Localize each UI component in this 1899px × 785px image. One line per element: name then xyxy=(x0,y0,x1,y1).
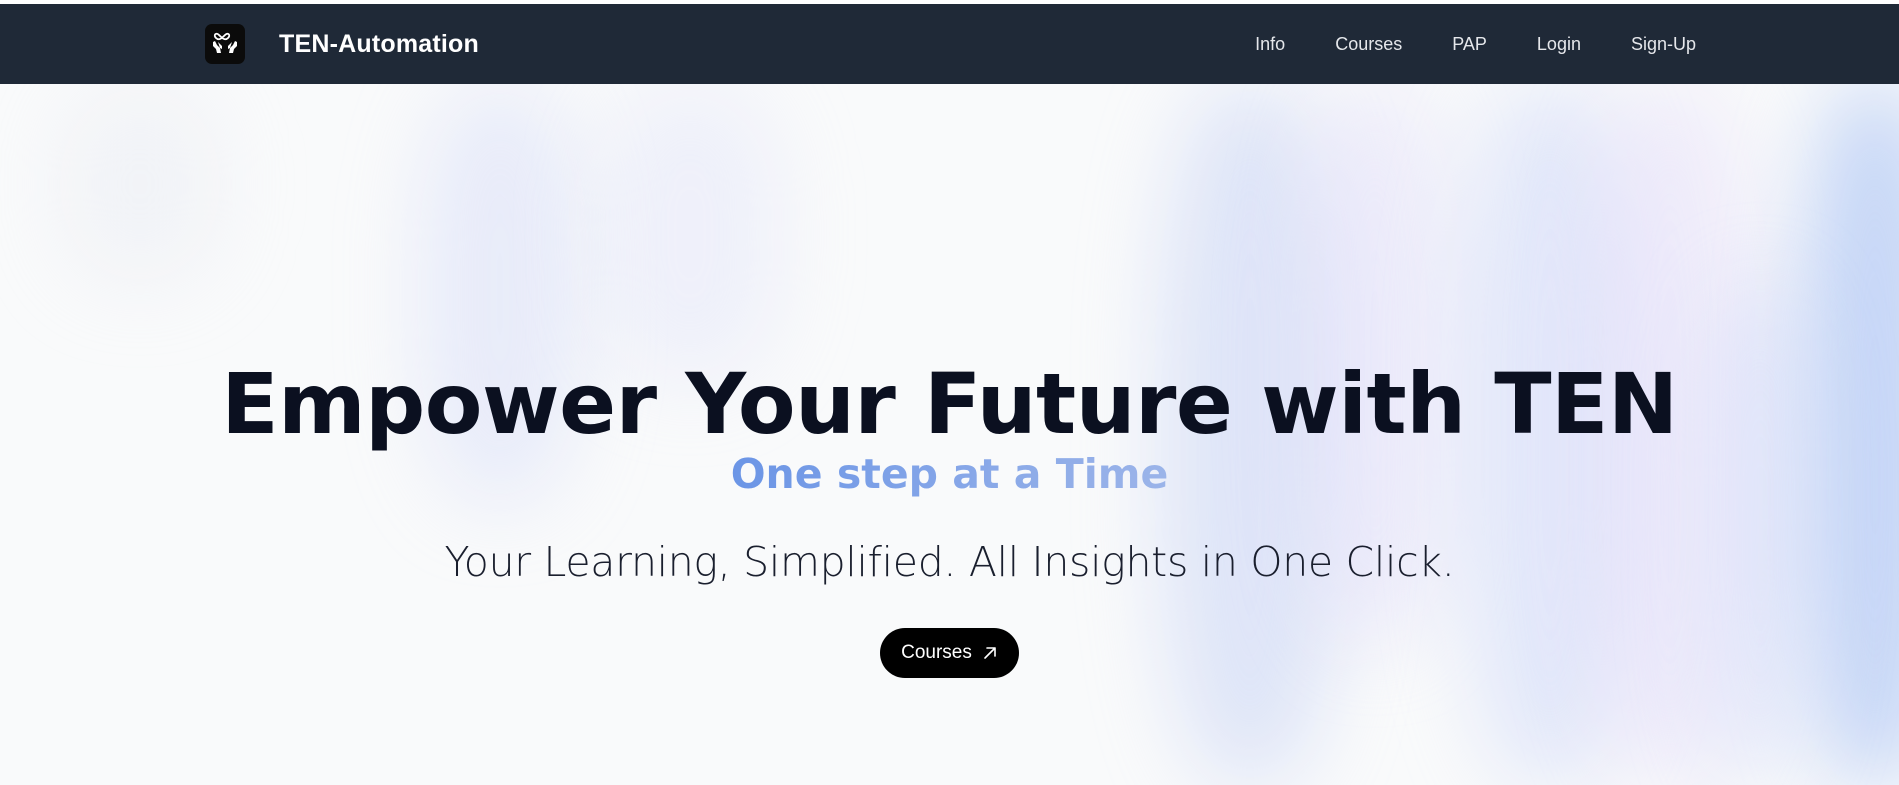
nav-link-courses[interactable]: Courses xyxy=(1335,34,1402,55)
nav-link-login[interactable]: Login xyxy=(1537,34,1581,55)
hero-headline: Empower Your Future with TEN xyxy=(221,355,1678,453)
courses-cta-button[interactable]: Courses xyxy=(880,628,1019,678)
brand-name: TEN-Automation xyxy=(279,29,479,58)
page: TEN-Automation Info Courses PAP Login Si… xyxy=(0,0,1899,785)
hero-subheadline: One step at a Time xyxy=(0,454,1899,495)
nav-link-info[interactable]: Info xyxy=(1255,34,1285,55)
hands-infinity-icon xyxy=(205,24,245,64)
arrow-up-right-icon xyxy=(982,645,998,661)
nav-link-pap[interactable]: PAP xyxy=(1452,34,1487,55)
brand-home-link[interactable]: TEN-Automation xyxy=(205,24,479,64)
main-nav: Info Courses PAP Login Sign-Up xyxy=(1255,4,1696,84)
top-navbar: TEN-Automation Info Courses PAP Login Si… xyxy=(0,4,1899,84)
cta-label: Courses xyxy=(901,642,972,663)
hero-subheadline-text: One step at a Time xyxy=(730,450,1169,498)
hero-tagline: Your Learning, Simplified. All Insights … xyxy=(444,538,1455,586)
hero-section: Empower Your Future with TEN One step at… xyxy=(0,84,1899,785)
nav-link-sign-up[interactable]: Sign-Up xyxy=(1631,34,1696,55)
